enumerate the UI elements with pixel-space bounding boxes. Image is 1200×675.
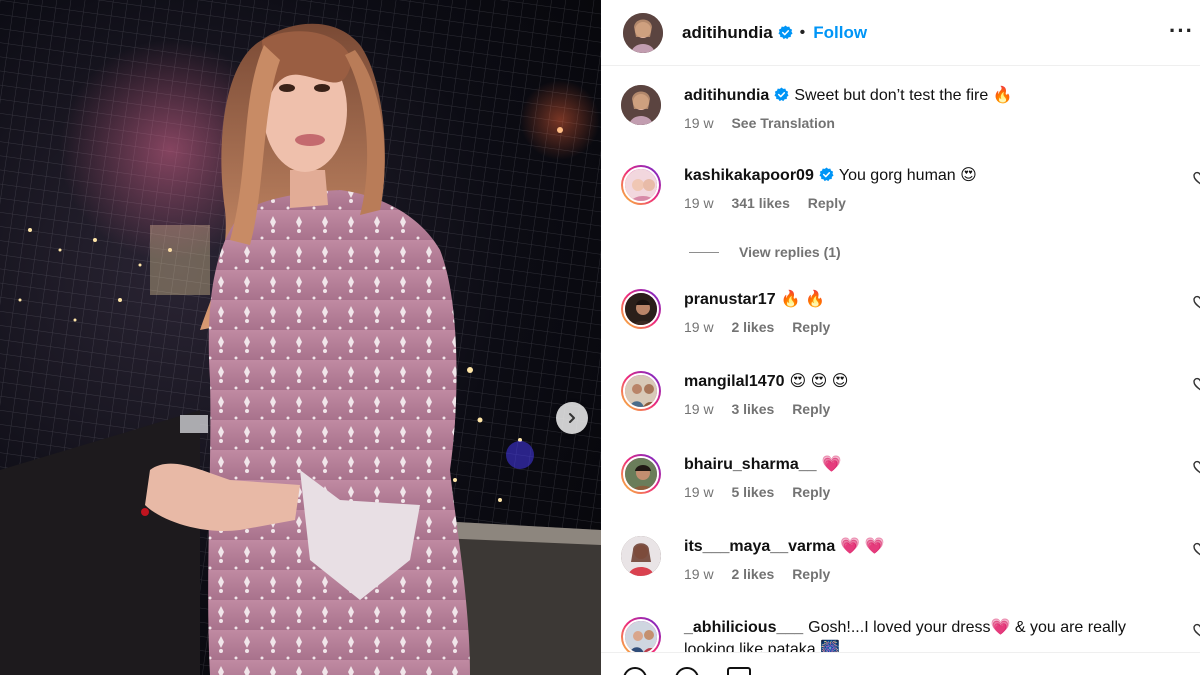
- separator-dot: •: [799, 23, 806, 41]
- comment-likes[interactable]: 3 likes: [731, 401, 774, 417]
- comment-username[interactable]: kashikakapoor09: [684, 167, 814, 184]
- comment-text: 💗 💗: [840, 538, 885, 555]
- post-header: aditihundia • Follow ···: [601, 0, 1200, 66]
- like-heart-icon[interactable]: [1193, 171, 1200, 185]
- replies-divider: [689, 251, 719, 253]
- comment-likes[interactable]: 2 likes: [731, 566, 774, 582]
- comment-icon[interactable]: [675, 667, 699, 675]
- comment-text: You gorg human 😍: [838, 167, 977, 184]
- avatar-image: [625, 169, 657, 201]
- commenter-avatar[interactable]: [621, 454, 661, 494]
- reply-button[interactable]: Reply: [792, 319, 830, 335]
- comment-text: 😍 😍 😍: [789, 373, 849, 390]
- comment-username[interactable]: pranustar17: [684, 291, 776, 308]
- author-username[interactable]: aditihundia: [682, 23, 773, 43]
- avatar-image: [625, 458, 657, 490]
- follow-button[interactable]: Follow: [813, 23, 867, 43]
- see-translation-link[interactable]: See Translation: [731, 115, 834, 131]
- more-options-icon[interactable]: ···: [1169, 18, 1194, 44]
- comment-time: 19 w: [684, 401, 714, 417]
- like-heart-icon[interactable]: [1193, 295, 1200, 309]
- comment-time: 19 w: [684, 319, 714, 335]
- caption-author-avatar[interactable]: [621, 85, 661, 125]
- commenter-avatar[interactable]: [621, 371, 661, 411]
- reply-button[interactable]: Reply: [792, 566, 830, 582]
- comment-time: 19 w: [684, 484, 714, 500]
- like-heart-icon[interactable]: [1193, 623, 1200, 637]
- comment-username[interactable]: mangilal1470: [684, 373, 785, 390]
- commenter-avatar[interactable]: [621, 536, 661, 576]
- like-heart-icon[interactable]: [1193, 460, 1200, 474]
- avatar-image: [625, 621, 657, 653]
- avatar-image: [621, 536, 661, 576]
- action-bar: [601, 652, 1200, 675]
- comment-username[interactable]: _abhilicious___: [684, 619, 803, 636]
- verified-badge-icon: [819, 167, 834, 182]
- comment-likes[interactable]: 5 likes: [731, 484, 774, 500]
- caption-time: 19 w: [684, 115, 714, 131]
- post-photo[interactable]: [0, 0, 601, 675]
- caption-text: Sweet but don’t test the fire 🔥: [794, 87, 1013, 104]
- chevron-right-icon: [569, 413, 575, 423]
- comment-username[interactable]: bhairu_sharma__: [684, 456, 817, 473]
- comment-username[interactable]: its___maya__varma: [684, 538, 835, 555]
- comment-text: Gosh!...I loved your dress💗 & you are re…: [808, 619, 1127, 636]
- commenter-avatar[interactable]: [621, 165, 661, 205]
- like-icon[interactable]: [623, 667, 647, 675]
- comment-time: 19 w: [684, 566, 714, 582]
- comment-text: 💗: [821, 456, 842, 473]
- reply-button[interactable]: Reply: [808, 195, 846, 211]
- commenter-avatar[interactable]: [621, 289, 661, 329]
- post-sidebar: aditihundia • Follow ··· aditihundia Swee…: [601, 0, 1200, 675]
- reply-button[interactable]: Reply: [792, 484, 830, 500]
- comment-text: 🔥 🔥: [780, 291, 825, 308]
- avatar-image: [621, 85, 661, 125]
- caption-username[interactable]: aditihundia: [684, 87, 769, 104]
- author-avatar[interactable]: [623, 12, 663, 53]
- reply-button[interactable]: Reply: [792, 401, 830, 417]
- view-replies-label: View replies (1): [739, 244, 841, 260]
- like-heart-icon[interactable]: [1193, 542, 1200, 556]
- verified-badge-icon: [774, 87, 789, 102]
- avatar-image: [625, 293, 657, 325]
- view-replies-button[interactable]: View replies (1): [689, 244, 841, 260]
- comment-time: 19 w: [684, 195, 714, 211]
- next-image-button[interactable]: [556, 402, 588, 434]
- share-icon[interactable]: [727, 667, 751, 675]
- verified-badge-icon: [778, 25, 793, 40]
- commenter-avatar[interactable]: [621, 617, 661, 657]
- avatar-image: [623, 12, 663, 53]
- comment-likes[interactable]: 341 likes: [731, 195, 789, 211]
- avatar-image: [625, 375, 657, 407]
- post-image: [0, 0, 601, 675]
- like-heart-icon[interactable]: [1193, 377, 1200, 391]
- comment-likes[interactable]: 2 likes: [731, 319, 774, 335]
